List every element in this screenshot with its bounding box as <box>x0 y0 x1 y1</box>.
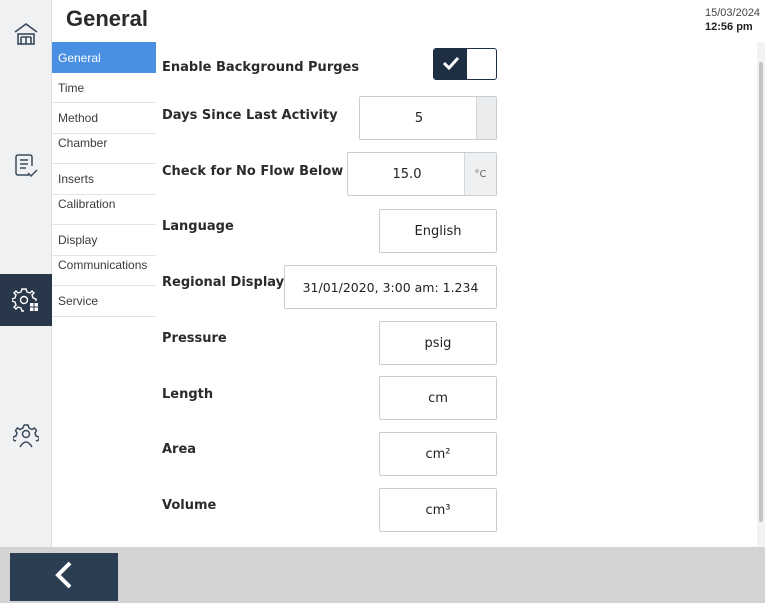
checkmark-icon <box>442 55 460 74</box>
area-select[interactable]: cm² <box>379 432 497 476</box>
page-title: General <box>66 6 148 31</box>
days-label: Days Since Last Activity <box>162 108 338 123</box>
subnav-item-chamber[interactable]: Chamber <box>52 134 156 164</box>
language-label: Language <box>162 219 234 234</box>
purges-label: Enable Background Purges <box>162 60 360 75</box>
days-stepper[interactable] <box>476 97 496 139</box>
settings-grid-icon <box>12 286 40 314</box>
days-value: 5 <box>414 110 424 126</box>
volume-value: cm³ <box>425 502 451 518</box>
regional-label: Regional Display <box>162 275 285 290</box>
length-select[interactable]: cm <box>379 376 497 420</box>
settings-button[interactable] <box>0 274 52 326</box>
subnav-item-method[interactable]: Method <box>52 103 156 134</box>
pressure-value: psig <box>424 335 452 351</box>
scrollbar-thumb[interactable] <box>759 62 763 522</box>
subnav-item-service[interactable]: Service <box>52 286 156 317</box>
subnav-item-display[interactable]: Display <box>52 225 156 256</box>
days-field[interactable]: 5 <box>359 96 497 140</box>
language-value: English <box>414 223 462 239</box>
noflow-unit: °C <box>464 153 496 195</box>
chevron-left-icon <box>54 560 74 594</box>
volume-label: Volume <box>162 498 217 513</box>
time-text: 12:56 pm <box>705 21 753 33</box>
noflow-field[interactable]: 15.0 °C <box>347 152 497 196</box>
method-button[interactable] <box>0 140 52 192</box>
noflow-label: Check for No Flow Below <box>162 164 344 179</box>
bottom-bar <box>0 547 765 603</box>
language-select[interactable]: English <box>379 209 497 253</box>
left-rail <box>0 0 52 547</box>
user-settings-icon <box>13 423 39 449</box>
scrollbar[interactable] <box>757 42 765 547</box>
regional-value: 31/01/2020, 3:00 am: 1.234 <box>302 279 479 295</box>
home-icon <box>13 21 39 47</box>
toggle-on-segment <box>434 49 467 79</box>
header-bar: General 15/03/2024 12:56 pm <box>52 0 765 42</box>
area-label: Area <box>162 442 197 457</box>
pressure-label: Pressure <box>162 331 227 346</box>
subnav-item-general[interactable]: General <box>52 42 156 73</box>
user-settings-button[interactable] <box>0 410 52 462</box>
back-button[interactable] <box>10 553 118 601</box>
subnav-item-time[interactable]: Time <box>52 73 156 103</box>
length-label: Length <box>162 387 214 402</box>
home-button[interactable] <box>0 8 52 60</box>
noflow-value: 15.0 <box>392 166 422 182</box>
subnav-item-calibration[interactable]: Calibration <box>52 195 156 225</box>
area-value: cm² <box>425 446 451 462</box>
volume-select[interactable]: cm³ <box>379 488 497 532</box>
length-value: cm <box>428 390 448 406</box>
subnav-item-inserts[interactable]: Inserts <box>52 164 156 195</box>
date-text: 15/03/2024 <box>705 7 761 19</box>
date-time: 15/03/2024 12:56 pm <box>705 7 765 33</box>
pressure-select[interactable]: psig <box>379 321 497 365</box>
checklist-icon <box>14 153 38 179</box>
general-settings-form: Enable Background Purges Days Since Last… <box>156 42 756 547</box>
app-window: General 15/03/2024 12:56 pm General Time… <box>0 0 765 603</box>
regional-select[interactable]: 31/01/2020, 3:00 am: 1.234 <box>284 265 497 309</box>
settings-subnav: General Time Method Chamber Inserts Cali… <box>52 42 156 317</box>
purges-toggle[interactable] <box>433 48 497 80</box>
subnav-item-communications[interactable]: Communications <box>52 256 156 286</box>
